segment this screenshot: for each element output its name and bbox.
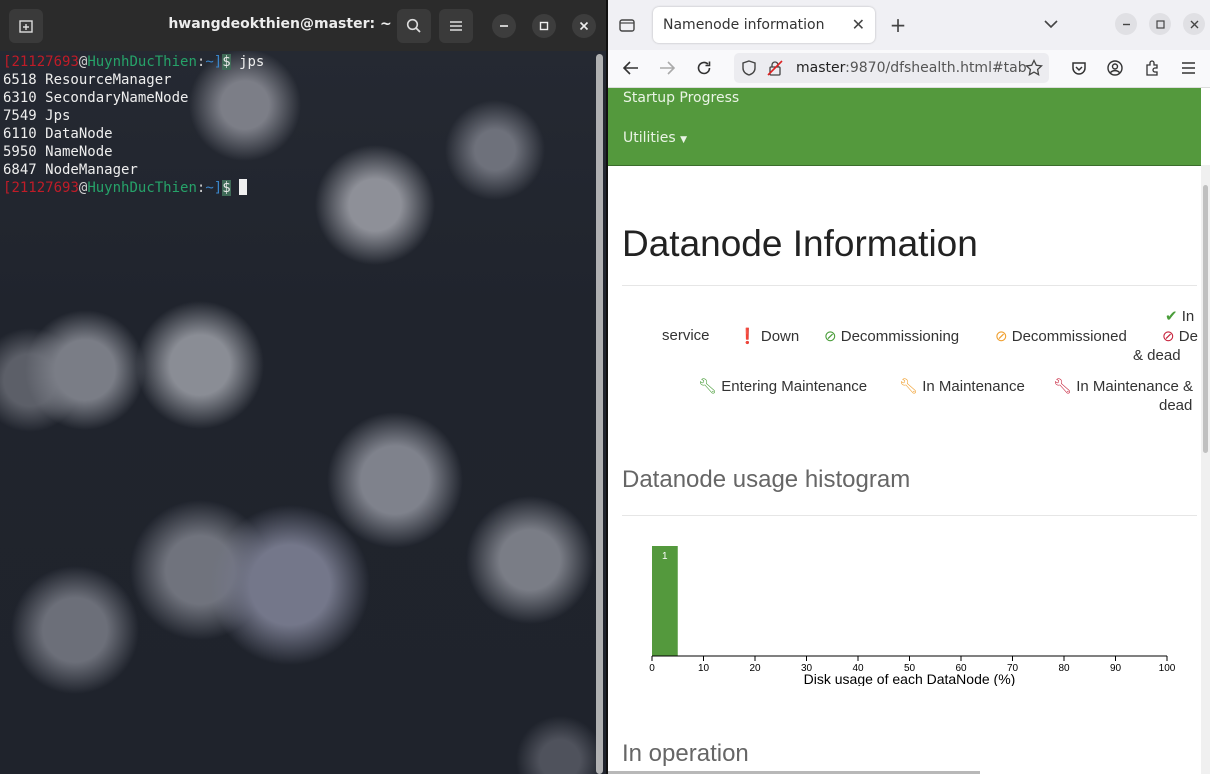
prompt-line: [21127693@HuynhDucThien:~]$ bbox=[3, 179, 264, 197]
terminal-scrollbar[interactable] bbox=[596, 54, 603, 774]
output-line: 6518 ResourceManager bbox=[3, 72, 172, 88]
search-icon[interactable] bbox=[397, 9, 431, 43]
bookmark-star-icon[interactable] bbox=[1025, 58, 1043, 81]
page-title: Datanode Information bbox=[622, 223, 978, 264]
x-tick-label: 100 bbox=[1159, 663, 1176, 674]
bar-count-label: 1 bbox=[662, 551, 668, 562]
legend-in-maintenance-dead: 🔧︎ In Maintenance & bbox=[1053, 378, 1193, 395]
url-bar[interactable]: master:9870/dfshealth.html#tab bbox=[734, 53, 1049, 83]
divider bbox=[622, 515, 1197, 516]
scrollbar-thumb[interactable] bbox=[1203, 185, 1208, 453]
command-text: jps bbox=[239, 54, 265, 70]
web-page: Startup Progress Utilities ▼ Datanode In… bbox=[608, 88, 1210, 774]
legend-in-service: ✔ In bbox=[1165, 308, 1195, 325]
legend-in-service-cont: service bbox=[662, 327, 710, 344]
legend-entering-maintenance: 🔧︎ Entering Maintenance bbox=[698, 378, 868, 395]
x-tick-label: 80 bbox=[1058, 663, 1070, 674]
shield-icon[interactable] bbox=[742, 60, 756, 80]
hamburger-menu-icon[interactable] bbox=[439, 9, 473, 43]
x-axis-label: Disk usage of each DataNode (%) bbox=[804, 671, 1016, 686]
exclamation-circle-icon: ❗ bbox=[738, 328, 757, 345]
terminal-title: hwangdeokthien@master: ~ bbox=[168, 16, 392, 32]
tab-title: Namenode information bbox=[663, 17, 825, 33]
ban-circle-icon: ⊘ bbox=[995, 328, 1008, 345]
extensions-icon[interactable] bbox=[1143, 59, 1161, 77]
usage-histogram-chart: 10 10 20 30 40 50 60 70 80 90 100Disk usage of eac… bbox=[649, 546, 1176, 686]
hadoop-navbar: Startup Progress Utilities ▼ bbox=[608, 88, 1201, 166]
x-tick-label: 20 bbox=[749, 663, 761, 674]
maximize-icon[interactable] bbox=[1149, 13, 1171, 35]
output-line: 5950 NameNode bbox=[3, 144, 113, 160]
insecure-lock-icon[interactable] bbox=[767, 60, 783, 80]
page-scrollbar[interactable] bbox=[1201, 165, 1210, 774]
back-arrow-icon[interactable] bbox=[621, 59, 641, 77]
navigation-bar: master:9870/dfshealth.html#tab bbox=[608, 50, 1210, 88]
nav-utilities[interactable]: Utilities ▼ bbox=[623, 130, 687, 146]
prompt-line: [21127693@HuynhDucThien:~]$ jps bbox=[3, 54, 265, 70]
legend-decommissioning: ⊘ Decommissioning bbox=[824, 328, 960, 345]
wrench-icon: 🔧︎ bbox=[1053, 378, 1073, 395]
new-tab-plus-icon[interactable]: + bbox=[888, 13, 908, 37]
close-icon[interactable] bbox=[572, 14, 596, 38]
minimize-icon[interactable] bbox=[1115, 13, 1137, 35]
output-line: 6847 NodeManager bbox=[3, 162, 138, 178]
pocket-icon[interactable] bbox=[1070, 59, 1088, 77]
legend-decommissioned: ⊘ Decommissioned bbox=[995, 328, 1127, 345]
legend-in-maintenance-dead-cont: dead bbox=[1159, 397, 1193, 414]
output-line: 7549 Jps bbox=[3, 108, 71, 124]
forward-arrow-icon[interactable] bbox=[657, 59, 677, 77]
ban-circle-icon: ⊘ bbox=[1162, 328, 1175, 345]
tab-namenode-info[interactable]: Namenode information ✕ bbox=[653, 7, 875, 43]
output-line: 6310 SecondaryNameNode bbox=[3, 90, 189, 106]
caret-down-icon: ▼ bbox=[680, 135, 688, 145]
legend-down: ❗ Down bbox=[738, 328, 800, 345]
tab-overview-icon[interactable] bbox=[618, 16, 636, 34]
nav-startup-progress[interactable]: Startup Progress bbox=[623, 90, 739, 106]
legend-decommissioned-dead-cont: & dead bbox=[1133, 347, 1181, 364]
ban-circle-icon: ⊘ bbox=[824, 328, 837, 345]
tab-close-icon[interactable]: ✕ bbox=[852, 15, 865, 34]
terminal-window[interactable]: hwangdeokthien@master: ~ [21127693@Huynh… bbox=[0, 0, 606, 774]
tab-bar: Namenode information ✕ + bbox=[608, 0, 1210, 50]
hamburger-menu-icon[interactable] bbox=[1179, 59, 1197, 77]
output-line: 6110 DataNode bbox=[3, 126, 113, 142]
url-text: master:9870/dfshealth.html#tab bbox=[796, 60, 1026, 76]
account-icon[interactable] bbox=[1106, 59, 1124, 77]
x-tick-label: 10 bbox=[698, 663, 710, 674]
chevron-down-icon[interactable] bbox=[1041, 14, 1061, 34]
wrench-icon: 🔧︎ bbox=[899, 378, 919, 395]
legend-in-maintenance: 🔧︎ In Maintenance bbox=[899, 378, 1025, 395]
close-icon[interactable] bbox=[1183, 13, 1205, 35]
histogram-bar bbox=[652, 546, 678, 656]
minimize-icon[interactable] bbox=[492, 14, 516, 38]
terminal-titlebar: hwangdeokthien@master: ~ bbox=[0, 0, 606, 51]
text-cursor bbox=[239, 179, 248, 195]
maximize-icon[interactable] bbox=[532, 14, 556, 38]
histogram-heading: Datanode usage histogram bbox=[622, 466, 911, 493]
wrench-icon: 🔧︎ bbox=[698, 378, 718, 395]
browser-window: Namenode information ✕ + master:9870/dfs… bbox=[608, 0, 1210, 774]
reload-icon[interactable] bbox=[694, 59, 714, 77]
checkmark-icon: ✔ bbox=[1165, 308, 1178, 325]
terminal-output[interactable]: [21127693@HuynhDucThien:~]$ jps 6518 Reso… bbox=[3, 53, 264, 197]
in-operation-heading: In operation bbox=[622, 740, 749, 767]
x-tick-label: 90 bbox=[1110, 663, 1122, 674]
divider bbox=[622, 285, 1197, 286]
x-tick-label: 0 bbox=[649, 663, 655, 674]
legend-decommissioned-dead: ⊘ De bbox=[1162, 328, 1198, 345]
